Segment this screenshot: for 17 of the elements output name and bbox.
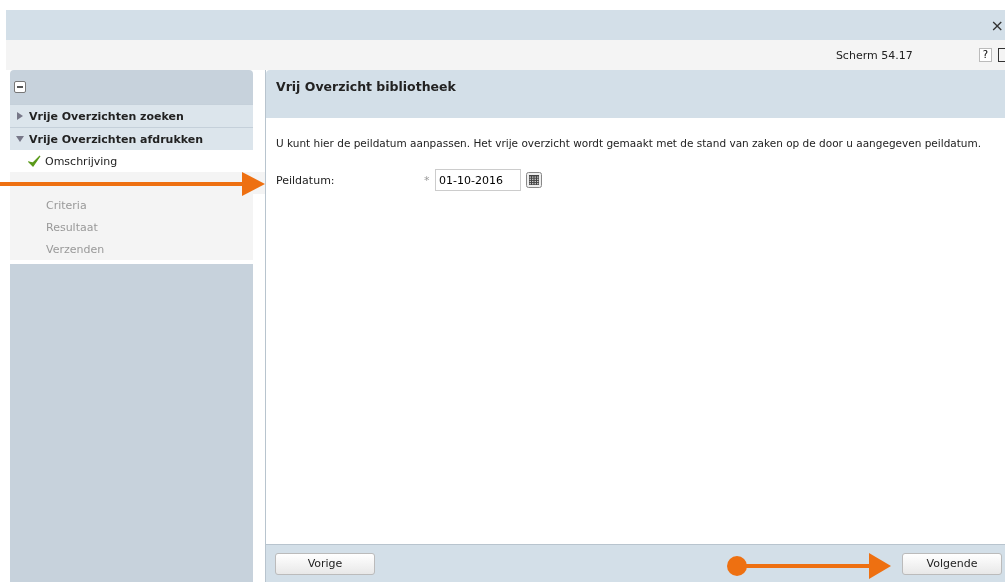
date-field[interactable]: 01-10-2016 xyxy=(435,169,521,191)
help-button[interactable]: ? xyxy=(978,48,992,62)
close-button[interactable]: × xyxy=(990,15,1004,35)
calendar-icon[interactable] xyxy=(526,172,542,188)
next-button[interactable]: Volgende xyxy=(902,552,1002,575)
back-button[interactable]: Vorige xyxy=(275,552,375,575)
sidebar-section[interactable]: Vrije Overzichten zoeken xyxy=(10,104,253,127)
screen-code: Scherm 54.17 xyxy=(835,48,913,62)
triangle-icon xyxy=(16,136,24,142)
field-label: Peildatum: xyxy=(276,173,336,187)
collapse-button[interactable] xyxy=(14,81,26,93)
sidebar-section[interactable]: Vrije Overzichten afdrukken xyxy=(10,127,253,150)
triangle-icon xyxy=(17,112,23,120)
window-icon[interactable] xyxy=(998,48,1005,62)
intro-text: U kunt hier de peildatum aanpassen. Het vrije overzicht wordt gemaakt met de stand van zaken op de door u aangegeven peildatum. xyxy=(276,137,983,149)
panel-title: Vrij Overzicht bibliotheek xyxy=(276,79,457,94)
required-mark: * xyxy=(424,173,431,187)
